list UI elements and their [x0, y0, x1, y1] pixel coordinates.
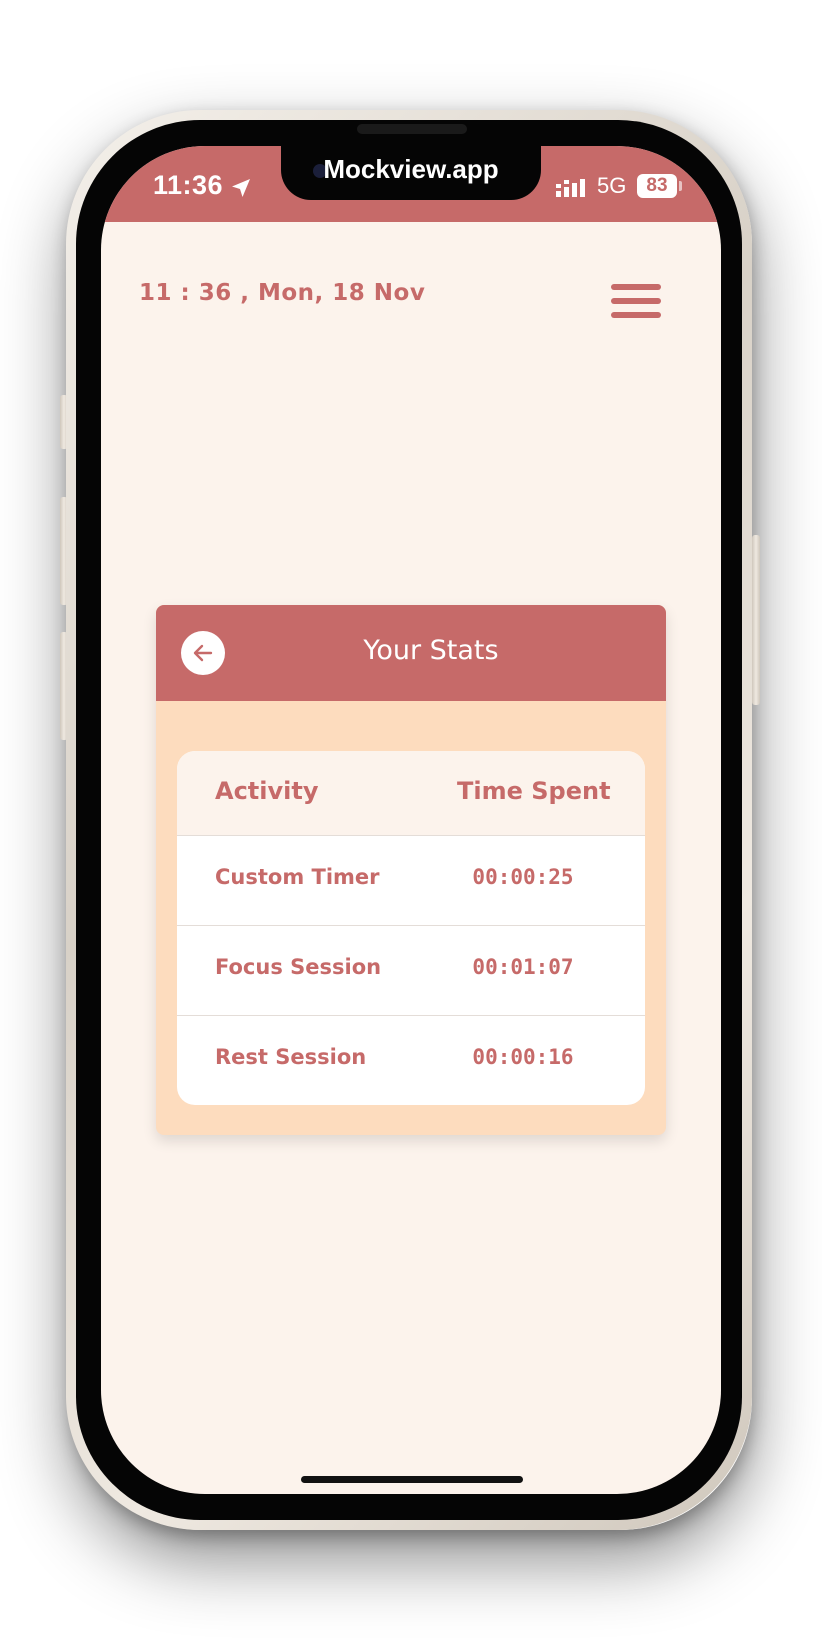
- hamburger-menu-icon[interactable]: [611, 284, 661, 318]
- battery-icon: 83: [637, 174, 677, 198]
- location-arrow-icon: [232, 179, 250, 197]
- row-activity: Rest Session: [215, 1045, 367, 1069]
- power-button: [752, 535, 760, 705]
- back-button[interactable]: [181, 631, 225, 675]
- menu-bar-bottom: [611, 312, 661, 318]
- stats-card: Your Stats Activity Time Spent Custom Ti…: [156, 605, 666, 1135]
- column-header-time-spent: Time Spent: [457, 777, 611, 805]
- network-type: 5G: [597, 173, 627, 198]
- cellular-signal-icon: [556, 179, 585, 197]
- row-activity: Custom Timer: [215, 865, 380, 889]
- mockup-stage: 11:36 Mockview.app 5G 83 11 : 36 , Mon, …: [0, 0, 822, 1640]
- status-time: 11:36: [153, 170, 224, 200]
- row-time-spent: 00:00:25: [472, 865, 574, 889]
- row-activity: Focus Session: [215, 955, 382, 979]
- table-row: Focus Session 00:01:07: [177, 925, 645, 1016]
- table-header: Activity Time Spent: [177, 751, 645, 836]
- stats-title: Your Stats: [363, 635, 499, 666]
- menu-bar-top: [611, 284, 661, 290]
- current-datetime: 11 : 36 , Mon, 18 Nov: [139, 280, 426, 306]
- notch-title: Mockview.app: [323, 154, 499, 184]
- row-time-spent: 00:00:16: [472, 1045, 574, 1069]
- battery-tip: [679, 181, 682, 191]
- row-time-spent: 00:01:07: [472, 955, 574, 979]
- stats-card-header: Your Stats: [156, 605, 666, 701]
- stats-table: Activity Time Spent Custom Timer 00:00:2…: [177, 751, 645, 1105]
- arrow-left-icon: [193, 644, 213, 662]
- column-header-activity: Activity: [215, 777, 319, 805]
- menu-bar-middle: [611, 298, 661, 304]
- table-row: Custom Timer 00:00:25: [177, 835, 645, 926]
- phone-screen: 11:36 Mockview.app 5G 83 11 : 36 , Mon, …: [101, 146, 721, 1494]
- earpiece-speaker: [357, 124, 467, 134]
- home-indicator[interactable]: [301, 1476, 523, 1483]
- table-row: Rest Session 00:00:16: [177, 1015, 645, 1105]
